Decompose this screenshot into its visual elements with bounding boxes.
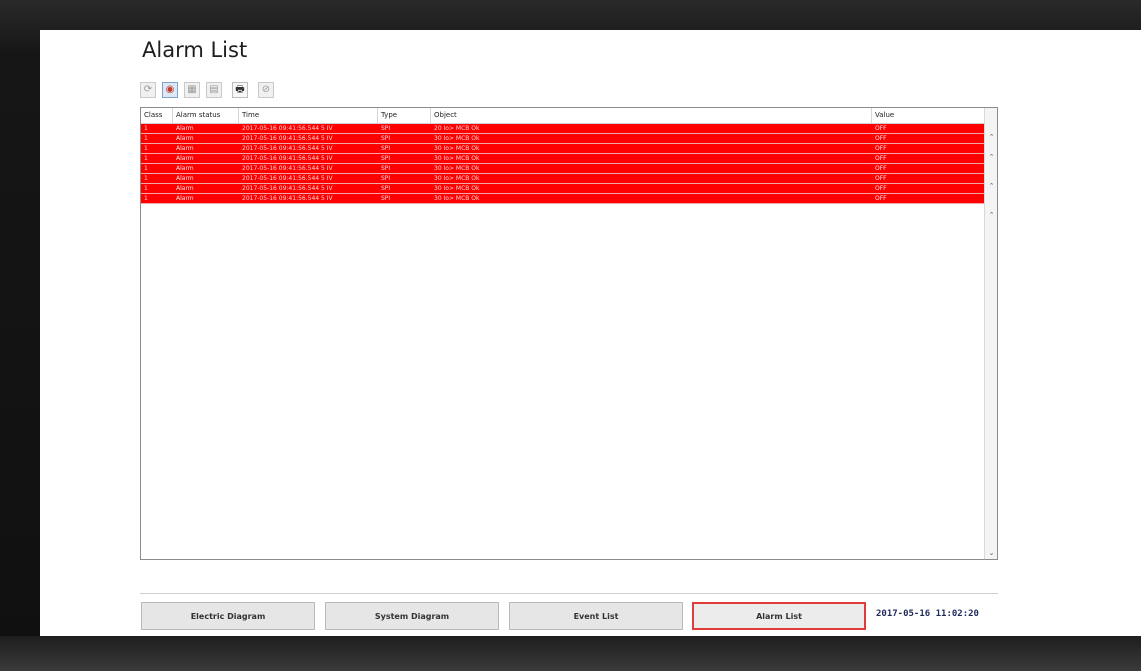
cell-value: OFF	[875, 165, 887, 172]
filter-icon[interactable]: ▤	[206, 82, 222, 98]
cell-class: 1	[144, 155, 148, 162]
table-row[interactable]: 1 Alarm 2017-05-16 09:41:56.544 5 IV SPI…	[141, 134, 984, 144]
scroll-up-icon[interactable]: ⌃	[985, 152, 998, 162]
table-row[interactable]: 1 Alarm 2017-05-16 09:41:56.544 5 IV SPI…	[141, 154, 984, 164]
cell-time: 2017-05-16 09:41:56.544 5 IV	[242, 125, 333, 132]
table-body: 1 Alarm 2017-05-16 09:41:56.544 5 IV SPI…	[141, 124, 984, 204]
cell-object: 30 Io> MCB Ok	[434, 175, 480, 182]
scroll-up-icon[interactable]: ⌃	[985, 210, 998, 220]
page-title: Alarm List	[142, 38, 248, 62]
cell-value: OFF	[875, 195, 887, 202]
electric-diagram-button[interactable]: Electric Diagram	[141, 602, 315, 630]
column-header-time[interactable]: Time	[239, 108, 378, 123]
cell-class: 1	[144, 195, 148, 202]
event-list-button[interactable]: Event List	[509, 602, 683, 630]
silence-icon[interactable]: ⊘	[258, 82, 274, 98]
hmi-screen: Alarm List ⟳ ◉ ▦ ▤ 🖶 ⊘ Class Alarm statu…	[40, 30, 1141, 636]
column-header-alarm-status[interactable]: Alarm status	[173, 108, 239, 123]
cell-object: 30 Io> MCB Ok	[434, 135, 480, 142]
cell-time: 2017-05-16 09:41:56.544 5 IV	[242, 175, 333, 182]
cell-type: SPI	[381, 125, 391, 132]
cell-object: 30 Io> MCB Ok	[434, 145, 480, 152]
cell-type: SPI	[381, 185, 391, 192]
ack-all-icon[interactable]: ▦	[184, 82, 200, 98]
cell-class: 1	[144, 145, 148, 152]
cell-alarm-status: Alarm	[176, 125, 194, 132]
cell-class: 1	[144, 165, 148, 172]
cell-type: SPI	[381, 175, 391, 182]
table-row[interactable]: 1 Alarm 2017-05-16 09:41:56.544 5 IV SPI…	[141, 144, 984, 154]
cell-class: 1	[144, 175, 148, 182]
cell-alarm-status: Alarm	[176, 155, 194, 162]
cell-alarm-status: Alarm	[176, 195, 194, 202]
vertical-scrollbar[interactable]: ⌃ ⌃ ⌃ ⌃ ⌄	[984, 108, 997, 559]
cell-time: 2017-05-16 09:41:56.544 5 IV	[242, 135, 333, 142]
column-header-class[interactable]: Class	[141, 108, 173, 123]
cell-value: OFF	[875, 125, 887, 132]
cell-alarm-status: Alarm	[176, 185, 194, 192]
cell-class: 1	[144, 135, 148, 142]
table-row[interactable]: 1 Alarm 2017-05-16 09:41:56.544 5 IV SPI…	[141, 124, 984, 134]
cell-object: 20 Io> MCB Ok	[434, 125, 480, 132]
column-header-type[interactable]: Type	[378, 108, 431, 123]
alarm-list-button[interactable]: Alarm List	[692, 602, 866, 630]
cell-alarm-status: Alarm	[176, 145, 194, 152]
cell-object: 30 Io> MCB Ok	[434, 195, 480, 202]
cell-value: OFF	[875, 145, 887, 152]
monitor-bezel-bottom	[0, 636, 1141, 671]
cell-time: 2017-05-16 09:41:56.544 5 IV	[242, 195, 333, 202]
cell-class: 1	[144, 185, 148, 192]
table-row[interactable]: 1 Alarm 2017-05-16 09:41:56.544 5 IV SPI…	[141, 164, 984, 174]
cell-alarm-status: Alarm	[176, 165, 194, 172]
system-diagram-button[interactable]: System Diagram	[325, 602, 499, 630]
cell-object: 30 Io> MCB Ok	[434, 185, 480, 192]
print-icon[interactable]: 🖶	[232, 82, 248, 98]
cell-object: 30 Io> MCB Ok	[434, 165, 480, 172]
cell-time: 2017-05-16 09:41:56.544 5 IV	[242, 155, 333, 162]
cell-alarm-status: Alarm	[176, 175, 194, 182]
acknowledge-icon[interactable]: ◉	[162, 82, 178, 98]
cell-class: 1	[144, 125, 148, 132]
table-header: Class Alarm status Time Type Object Valu…	[141, 108, 984, 124]
column-header-object[interactable]: Object	[431, 108, 872, 123]
footer-divider	[140, 593, 998, 594]
cell-value: OFF	[875, 175, 887, 182]
scroll-down-icon[interactable]: ⌄	[985, 548, 998, 558]
cell-time: 2017-05-16 09:41:56.544 5 IV	[242, 165, 333, 172]
cell-alarm-status: Alarm	[176, 135, 194, 142]
table-row[interactable]: 1 Alarm 2017-05-16 09:41:56.544 5 IV SPI…	[141, 174, 984, 184]
cell-value: OFF	[875, 185, 887, 192]
cell-type: SPI	[381, 165, 391, 172]
cell-time: 2017-05-16 09:41:56.544 5 IV	[242, 145, 333, 152]
cell-type: SPI	[381, 145, 391, 152]
column-header-value[interactable]: Value	[872, 108, 984, 123]
datetime-display: 2017-05-16 11:02:20	[876, 609, 979, 619]
refresh-icon[interactable]: ⟳	[140, 82, 156, 98]
cell-time: 2017-05-16 09:41:56.544 5 IV	[242, 185, 333, 192]
cell-value: OFF	[875, 135, 887, 142]
cell-object: 30 Io> MCB Ok	[434, 155, 480, 162]
table-row[interactable]: 1 Alarm 2017-05-16 09:41:56.544 5 IV SPI…	[141, 194, 984, 204]
cell-type: SPI	[381, 135, 391, 142]
alarm-table: Class Alarm status Time Type Object Valu…	[140, 107, 998, 560]
cell-type: SPI	[381, 155, 391, 162]
cell-value: OFF	[875, 155, 887, 162]
scroll-up-icon[interactable]: ⌃	[985, 181, 998, 191]
scroll-up-icon[interactable]: ⌃	[985, 132, 998, 142]
cell-type: SPI	[381, 195, 391, 202]
table-row[interactable]: 1 Alarm 2017-05-16 09:41:56.544 5 IV SPI…	[141, 184, 984, 194]
